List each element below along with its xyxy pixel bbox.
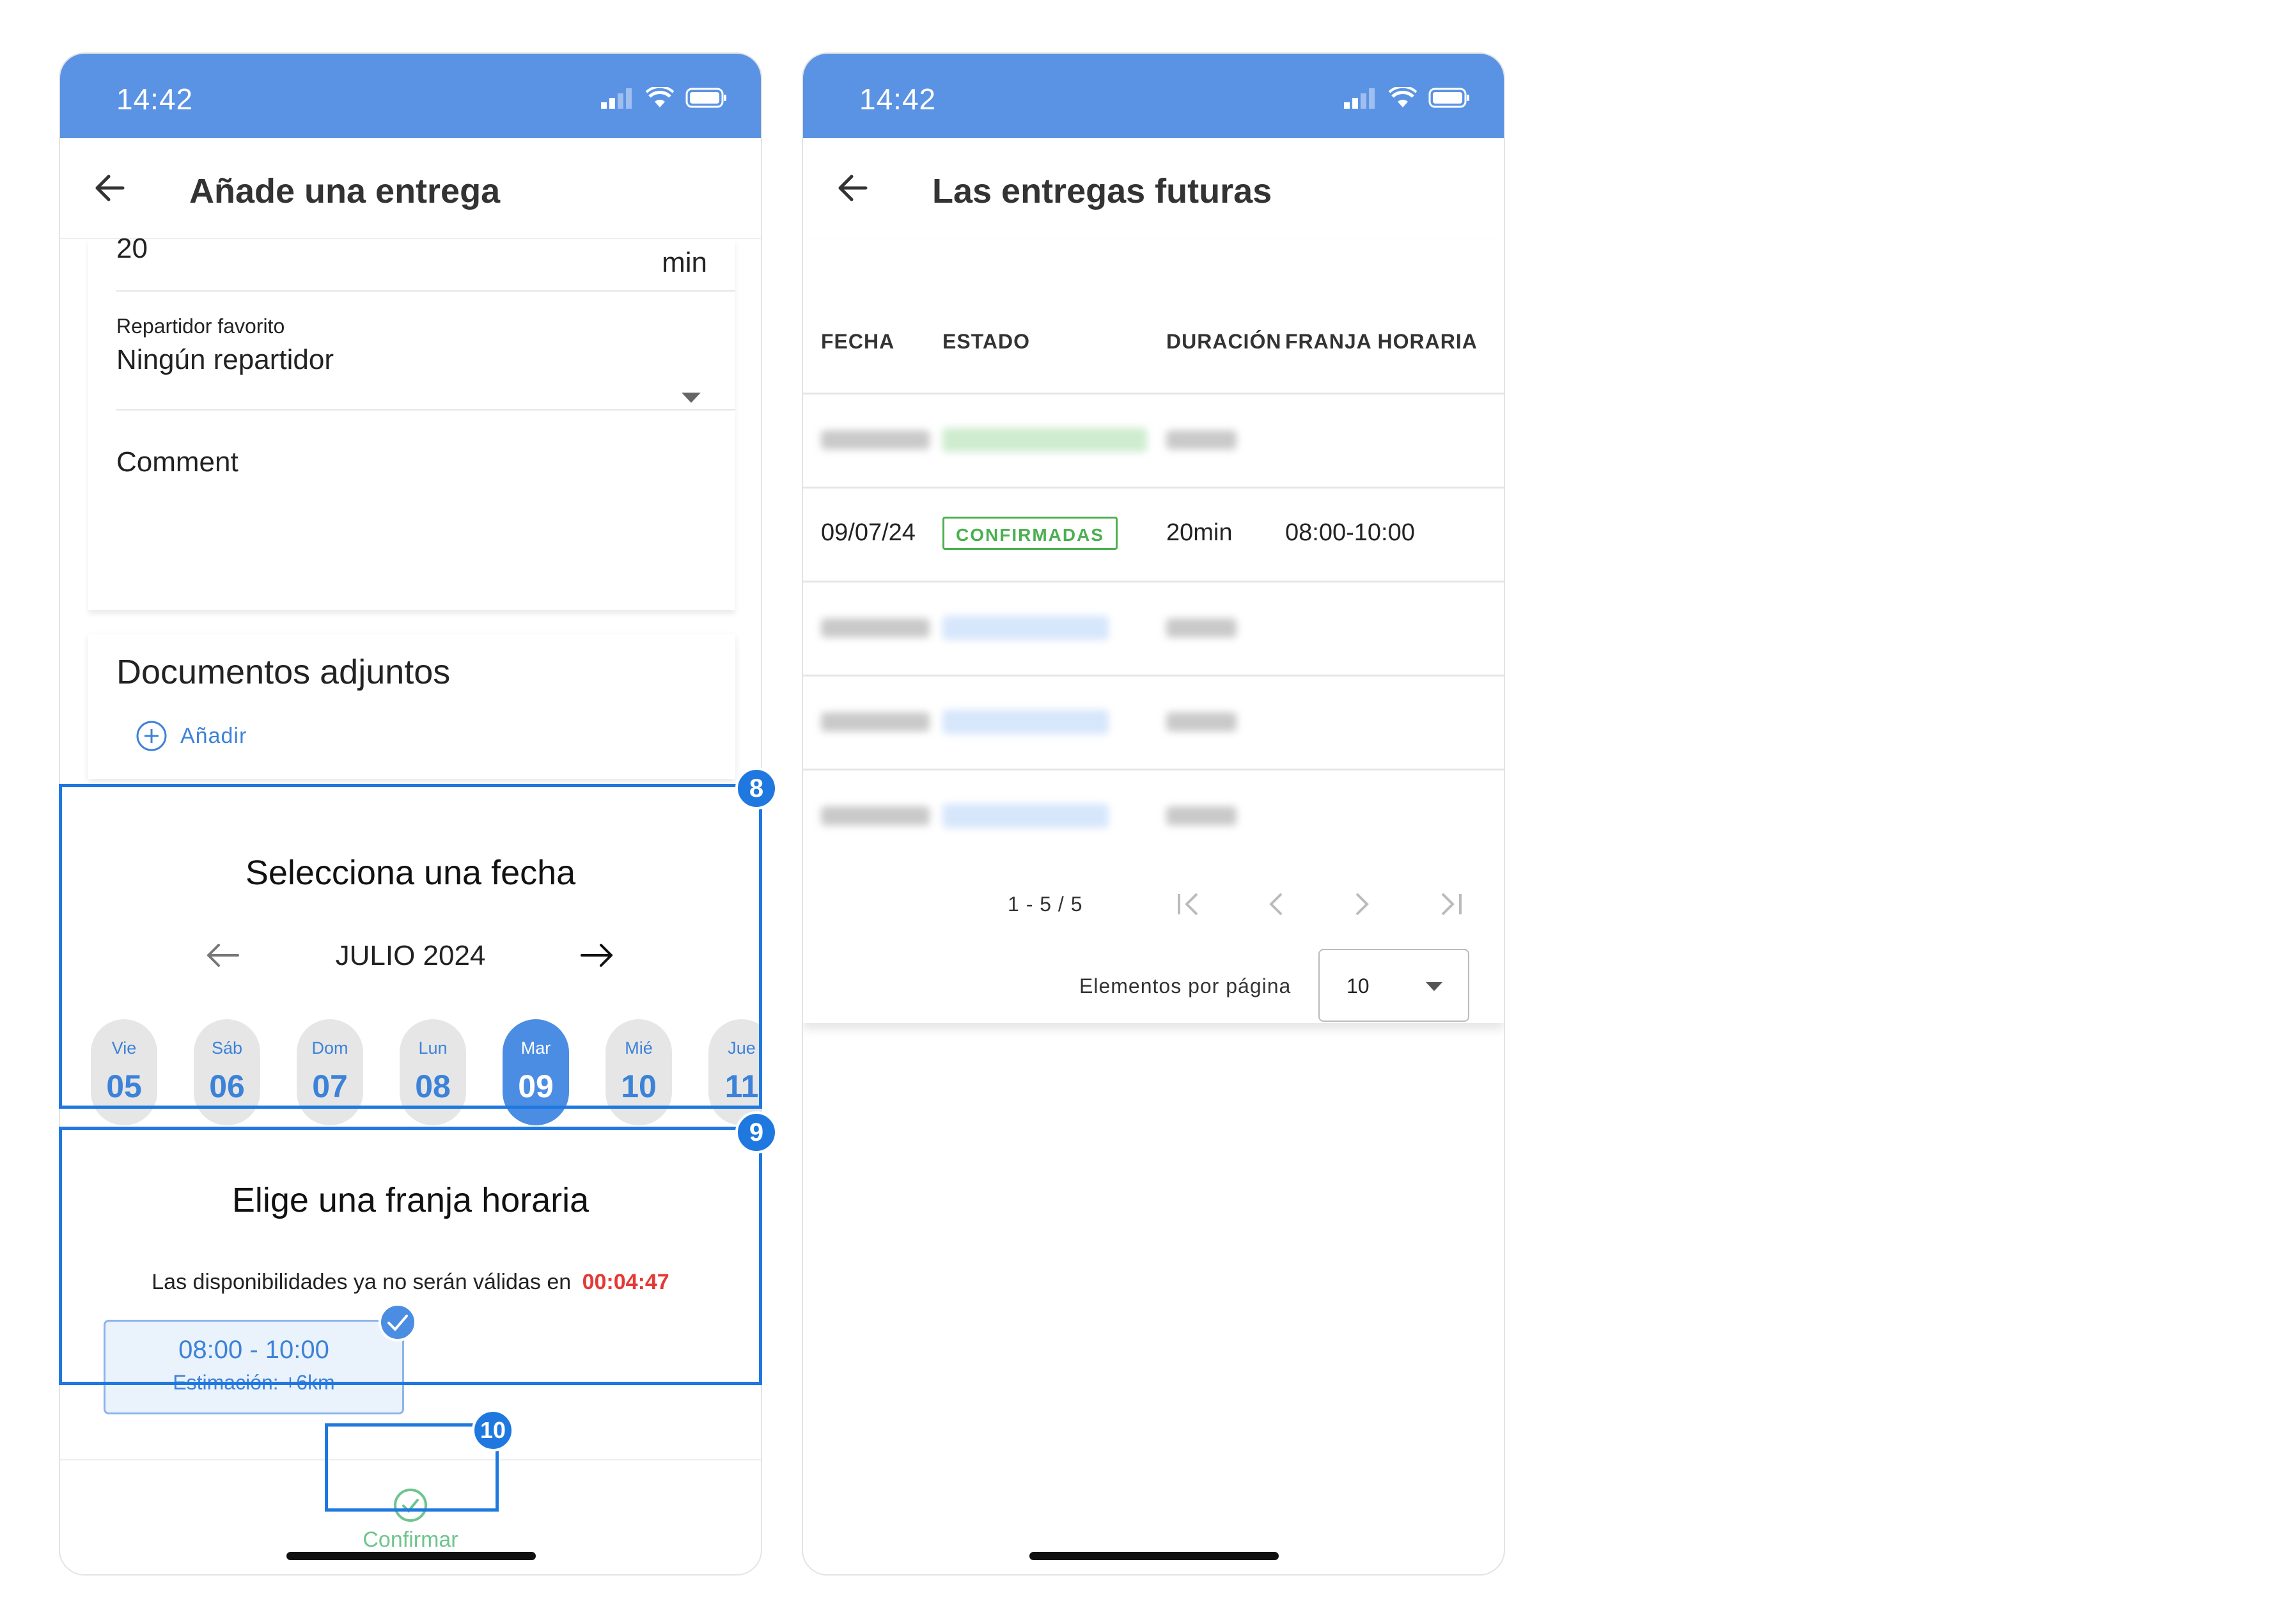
- app-bar: Las entregas futuras: [803, 138, 1504, 238]
- app-bar: Añade una entrega: [60, 138, 761, 239]
- attachments-card: Documentos adjuntos Añadir: [88, 634, 735, 779]
- table-row[interactable]: [803, 770, 1504, 863]
- add-attachment-label: Añadir: [180, 723, 247, 748]
- last-page-icon[interactable]: [1436, 891, 1464, 917]
- status-bar: 14:42: [803, 54, 1504, 138]
- items-per-page-label: Elementos por página: [1079, 974, 1292, 997]
- future-deliveries-screen: 14:42 Las entregas futuras FECHA ESTADO …: [802, 52, 1505, 1576]
- wifi-icon: [646, 87, 674, 107]
- status-time: 14:42: [859, 82, 937, 116]
- pagination-range: 1 - 5 / 5: [1008, 893, 1083, 916]
- back-arrow-icon[interactable]: [90, 168, 130, 208]
- plus-circle-icon: [136, 721, 167, 751]
- comment-field[interactable]: Comment: [116, 446, 238, 478]
- page-title: Añade una entrega: [189, 172, 501, 210]
- wifi-icon: [1389, 87, 1417, 107]
- status-time: 14:42: [116, 82, 194, 116]
- home-indicator: [286, 1552, 536, 1560]
- annotation-badge-8: 8: [735, 767, 777, 810]
- attachments-title: Documentos adjuntos: [116, 653, 451, 691]
- duration-input[interactable]: 20: [116, 233, 148, 265]
- row-duration: 20min: [1166, 519, 1233, 546]
- items-per-page-select[interactable]: 10: [1318, 949, 1469, 1022]
- favorite-courier-select[interactable]: Ningún repartidor: [116, 344, 334, 376]
- favorite-courier-label: Repartidor favorito: [116, 315, 285, 338]
- table-row[interactable]: 09/07/24 CONFIRMADAS 20min 08:00-10:00: [803, 489, 1504, 581]
- table-row[interactable]: [803, 395, 1504, 487]
- duration-unit: min: [662, 247, 707, 278]
- table-row[interactable]: [803, 677, 1504, 769]
- slot-section-highlight: [59, 1127, 762, 1385]
- row-date: 09/07/24: [821, 519, 916, 546]
- items-per-page-value: 10: [1347, 974, 1370, 997]
- add-attachment-button[interactable]: Añadir: [136, 720, 247, 752]
- table-row[interactable]: [803, 583, 1504, 675]
- page-title: Las entregas futuras: [932, 172, 1272, 210]
- confirm-label: Confirmar: [363, 1528, 458, 1552]
- signal-icon: [1344, 88, 1375, 109]
- battery-icon: [685, 88, 726, 108]
- back-arrow-icon[interactable]: [832, 168, 873, 208]
- dropdown-arrow-icon: [1426, 982, 1442, 991]
- home-indicator: [1029, 1552, 1279, 1560]
- signal-icon: [601, 88, 632, 109]
- status-bar: 14:42: [60, 54, 761, 138]
- annotation-badge-9: 9: [735, 1111, 777, 1154]
- status-badge: CONFIRMADAS: [942, 517, 1118, 550]
- column-header-status[interactable]: ESTADO: [942, 330, 1030, 354]
- next-page-icon[interactable]: [1350, 891, 1373, 917]
- prev-page-icon[interactable]: [1265, 891, 1288, 917]
- dropdown-arrow-icon[interactable]: [680, 391, 702, 404]
- delivery-form-card: 20 min Repartidor favorito Ningún repart…: [88, 233, 735, 610]
- row-time-slot: 08:00-10:00: [1285, 519, 1415, 546]
- column-header-date[interactable]: FECHA: [821, 330, 894, 354]
- date-section-highlight: [59, 784, 762, 1109]
- column-header-duration[interactable]: DURACIÓN: [1166, 330, 1281, 354]
- battery-icon: [1428, 88, 1469, 108]
- first-page-icon[interactable]: [1175, 891, 1203, 917]
- column-header-time-slot[interactable]: FRANJA HORARIA: [1285, 330, 1478, 354]
- annotation-badge-10: 10: [472, 1409, 514, 1451]
